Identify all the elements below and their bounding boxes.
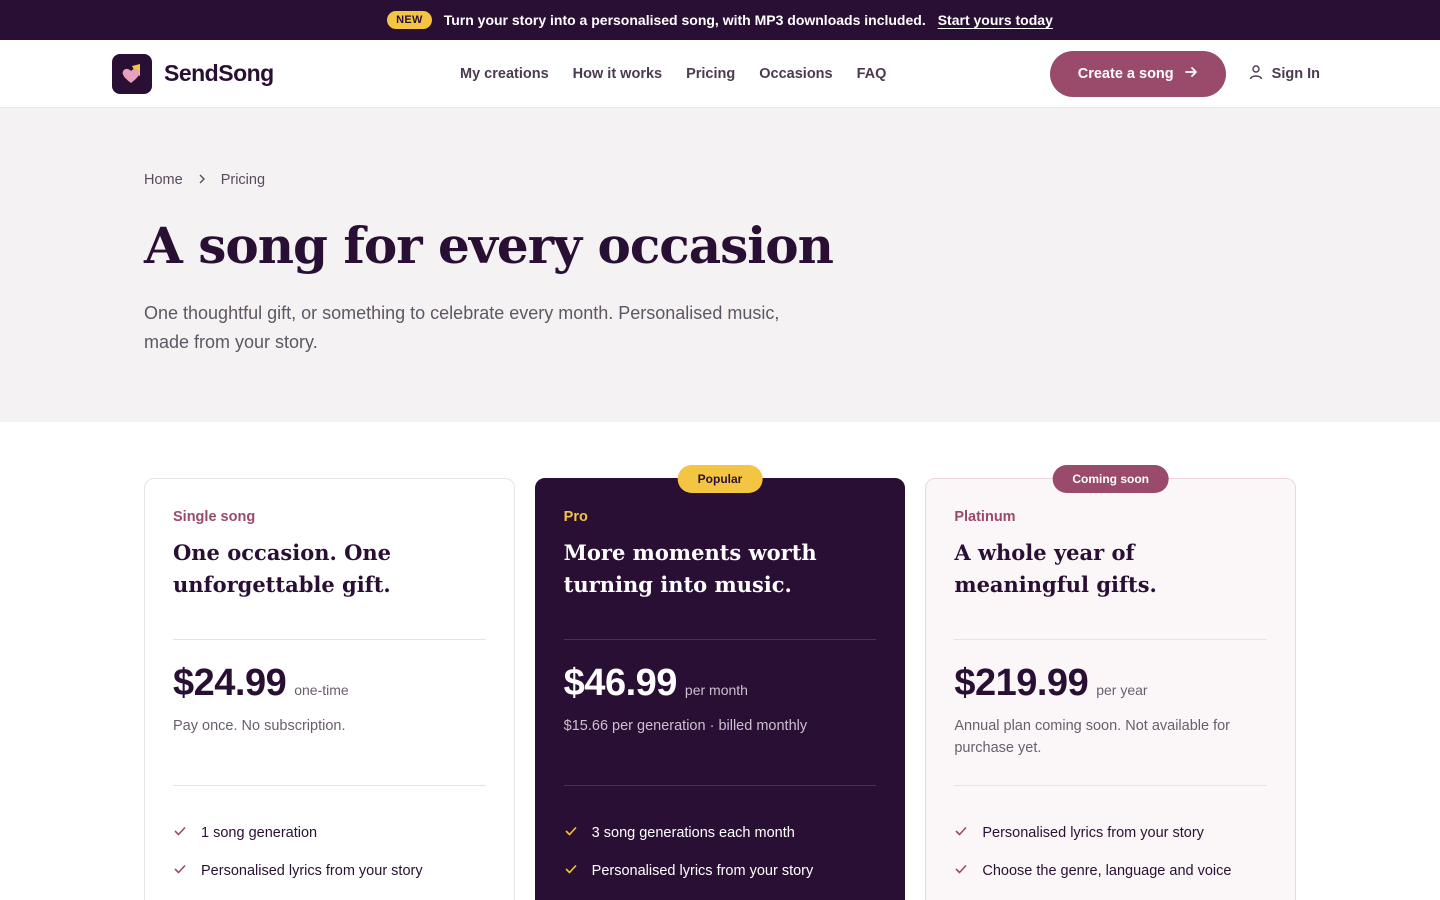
- coming-soon-badge: Coming soon: [1052, 465, 1170, 493]
- plan-card-single: Single song One occasion. One unforgetta…: [144, 478, 515, 900]
- divider: [173, 785, 486, 786]
- divider: [954, 785, 1268, 786]
- plan-note: Annual plan coming soon. Not available f…: [954, 718, 1231, 756]
- plan-headline: One occasion. One unforgettable gift.: [173, 540, 392, 597]
- plan-price: $24.99: [173, 662, 287, 704]
- nav-faq[interactable]: FAQ: [857, 66, 887, 82]
- announcement-bar: NEW Turn your story into a personalised …: [0, 0, 1440, 40]
- popular-badge: Popular: [677, 465, 763, 493]
- plan-price: $219.99: [954, 662, 1089, 704]
- price-row: $46.99 per month: [564, 662, 877, 705]
- feature-list: Personalised lyrics from your story Choo…: [954, 814, 1267, 890]
- feature-item: Personalised lyrics from your story: [173, 852, 486, 890]
- site-header: SendSong My creations How it works Prici…: [0, 40, 1440, 108]
- feature-list: 1 song generation Personalised lyrics fr…: [173, 814, 486, 890]
- plan-card-pro: Popular Pro More moments worth turning i…: [534, 465, 906, 900]
- breadcrumb: Home Pricing: [144, 172, 1296, 188]
- feature-list: 3 song generations each month Personalis…: [564, 814, 877, 890]
- user-icon: [1248, 64, 1264, 84]
- feature-text: Personalised lyrics from your story: [201, 863, 423, 879]
- feature-item: Choose the genre, language and voice: [954, 852, 1267, 890]
- page-title: A song for every occasion: [144, 216, 834, 275]
- divider: [563, 639, 877, 640]
- create-song-button[interactable]: Create a song: [1049, 50, 1226, 97]
- plan-card-platinum: Coming soon Platinum A whole year of mea…: [925, 465, 1297, 900]
- check-icon: [564, 824, 578, 842]
- feature-text: Choose the genre, language and voice: [982, 863, 1232, 879]
- plan-tier: Single song: [173, 509, 256, 525]
- create-song-label: Create a song: [1077, 65, 1174, 82]
- sign-in-link[interactable]: Sign In: [1248, 64, 1320, 84]
- new-badge: NEW: [387, 11, 432, 29]
- feature-text: 1 song generation: [201, 825, 318, 841]
- check-icon: [564, 862, 578, 880]
- divider: [563, 785, 877, 786]
- check-icon: [173, 862, 187, 880]
- price-row: $219.99 per year: [954, 662, 1267, 705]
- plan-price: $46.99: [563, 662, 678, 704]
- nav-occasions[interactable]: Occasions: [759, 66, 832, 82]
- feature-item: Personalised lyrics from your story: [564, 852, 877, 890]
- feature-text: Personalised lyrics from your story: [982, 825, 1204, 841]
- check-icon: [954, 824, 968, 842]
- nav-how-it-works[interactable]: How it works: [573, 66, 662, 82]
- divider: [173, 639, 486, 640]
- hero-section: Home Pricing A song for every occasion O…: [0, 108, 1440, 422]
- nav-my-creations[interactable]: My creations: [460, 66, 549, 82]
- breadcrumb-home[interactable]: Home: [144, 172, 183, 188]
- check-icon: [173, 824, 187, 842]
- nav-pricing[interactable]: Pricing: [686, 66, 735, 82]
- main-nav: My creations How it works Pricing Occasi…: [460, 66, 886, 82]
- plan-period: one-time: [294, 682, 349, 698]
- announcement-cta-link[interactable]: Start yours today: [938, 12, 1053, 28]
- price-row: $24.99 one-time: [173, 662, 486, 705]
- plan-note: Pay once. No subscription.: [173, 718, 346, 734]
- plan-headline: More moments worth turning into music.: [563, 540, 817, 597]
- plan-note: $15.66 per generation · billed monthly: [563, 718, 808, 734]
- plan-period: per year: [1096, 682, 1148, 698]
- check-icon: [954, 862, 968, 880]
- chevron-right-icon: [197, 172, 207, 188]
- brand-logo[interactable]: SendSong: [112, 53, 274, 94]
- plan-headline: A whole year of meaningful gifts.: [954, 540, 1157, 597]
- sign-in-label: Sign In: [1271, 65, 1320, 82]
- pricing-cards: Single song One occasion. One unforgetta…: [0, 422, 1440, 900]
- feature-text: 3 song generations each month: [591, 825, 795, 841]
- page-subtitle: One thoughtful gift, or something to cel…: [144, 303, 780, 352]
- divider: [954, 639, 1268, 640]
- feature-item: Personalised lyrics from your story: [954, 814, 1267, 852]
- plan-period: per month: [684, 682, 748, 698]
- breadcrumb-current: Pricing: [220, 172, 266, 188]
- feature-item: 3 song generations each month: [564, 814, 877, 852]
- announcement-text: Turn your story into a personalised song…: [443, 12, 926, 28]
- heart-music-logo-icon: [112, 53, 152, 94]
- brand-name: SendSong: [164, 60, 274, 86]
- arrow-right-icon: [1184, 65, 1198, 83]
- feature-text: Personalised lyrics from your story: [591, 863, 814, 879]
- feature-item: 1 song generation: [173, 814, 486, 852]
- header-actions: Create a song Sign In: [1049, 50, 1320, 97]
- plan-tier: Platinum: [954, 509, 1016, 525]
- plan-tier: Pro: [563, 509, 588, 525]
